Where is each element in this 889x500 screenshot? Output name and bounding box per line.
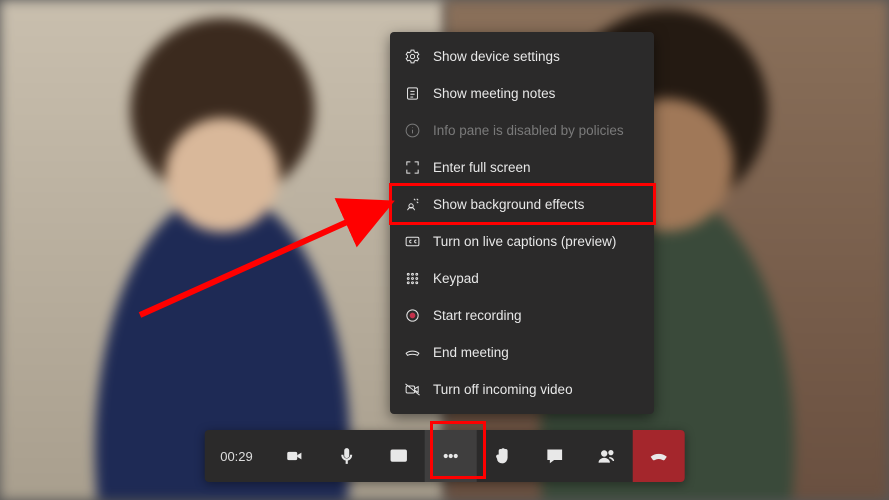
record-icon bbox=[404, 307, 421, 324]
share-button[interactable] bbox=[373, 430, 425, 482]
participant-tile bbox=[0, 0, 445, 500]
more-actions-menu: Show device settings Show meeting notes … bbox=[390, 32, 654, 414]
more-actions-button[interactable] bbox=[425, 430, 477, 482]
menu-item-label: Info pane is disabled by policies bbox=[433, 123, 624, 138]
menu-item-device-settings[interactable]: Show device settings bbox=[390, 38, 654, 75]
hangup-button[interactable] bbox=[633, 430, 685, 482]
video-off-icon bbox=[404, 381, 421, 398]
menu-item-label: Enter full screen bbox=[433, 160, 531, 175]
gear-icon bbox=[404, 48, 421, 65]
background-effects-icon bbox=[404, 196, 421, 213]
menu-item-label: Show meeting notes bbox=[433, 86, 555, 101]
menu-item-label: Show background effects bbox=[433, 197, 584, 212]
menu-item-label: Show device settings bbox=[433, 49, 560, 64]
menu-item-live-captions[interactable]: Turn on live captions (preview) bbox=[390, 223, 654, 260]
people-button[interactable] bbox=[581, 430, 633, 482]
fullscreen-icon bbox=[404, 159, 421, 176]
camera-button[interactable] bbox=[269, 430, 321, 482]
menu-item-label: Keypad bbox=[433, 271, 479, 286]
raise-hand-button[interactable] bbox=[477, 430, 529, 482]
meeting-toolbar: 00:29 bbox=[204, 430, 685, 482]
menu-item-info-pane-disabled: Info pane is disabled by policies bbox=[390, 112, 654, 149]
menu-item-label: Start recording bbox=[433, 308, 522, 323]
menu-item-keypad[interactable]: Keypad bbox=[390, 260, 654, 297]
menu-item-meeting-notes[interactable]: Show meeting notes bbox=[390, 75, 654, 112]
call-timer: 00:29 bbox=[204, 430, 269, 482]
menu-item-start-recording[interactable]: Start recording bbox=[390, 297, 654, 334]
notes-icon bbox=[404, 85, 421, 102]
menu-item-enter-fullscreen[interactable]: Enter full screen bbox=[390, 149, 654, 186]
info-icon bbox=[404, 122, 421, 139]
menu-item-label: Turn on live captions (preview) bbox=[433, 234, 616, 249]
keypad-icon bbox=[404, 270, 421, 287]
cc-icon bbox=[404, 233, 421, 250]
menu-item-label: End meeting bbox=[433, 345, 509, 360]
menu-item-label: Turn off incoming video bbox=[433, 382, 573, 397]
mic-button[interactable] bbox=[321, 430, 373, 482]
menu-item-turn-off-incoming-video[interactable]: Turn off incoming video bbox=[390, 371, 654, 408]
menu-item-end-meeting[interactable]: End meeting bbox=[390, 334, 654, 371]
menu-item-background-effects[interactable]: Show background effects bbox=[390, 186, 654, 223]
chat-button[interactable] bbox=[529, 430, 581, 482]
phone-down-icon bbox=[404, 344, 421, 361]
